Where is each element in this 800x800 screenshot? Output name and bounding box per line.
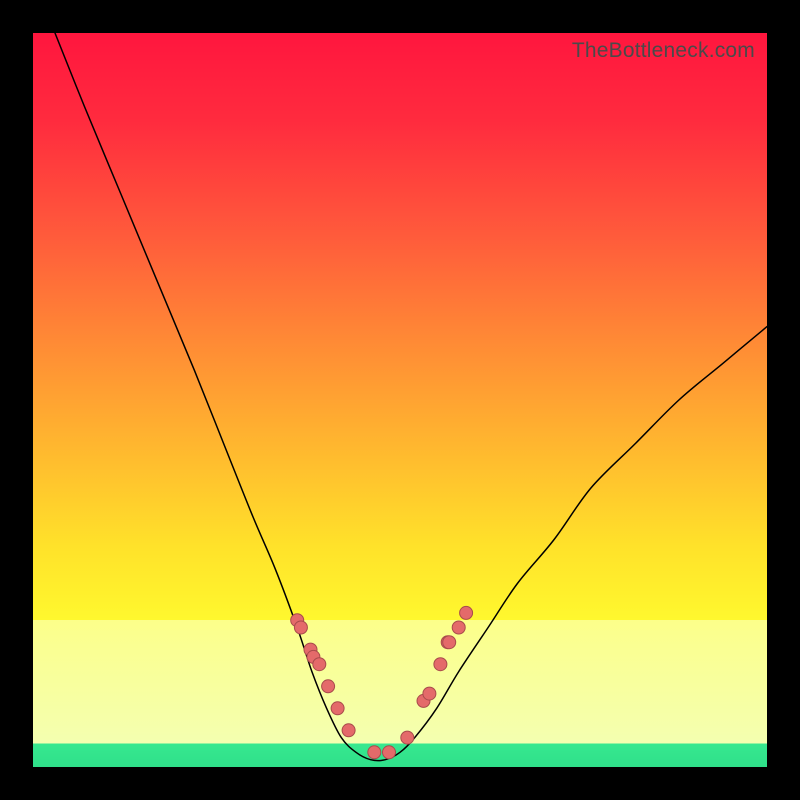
curve-path: [55, 33, 767, 761]
marker-dot: [313, 658, 326, 671]
marker-dot: [460, 606, 473, 619]
marker-dot: [342, 724, 355, 737]
chart-frame: TheBottleneck.com: [0, 0, 800, 800]
marker-group: [291, 606, 473, 758]
marker-dot: [331, 702, 344, 715]
marker-dot: [401, 731, 414, 744]
bottleneck-curve: [33, 33, 767, 767]
marker-dot: [452, 621, 465, 634]
marker-dot: [294, 621, 307, 634]
marker-dot: [434, 658, 447, 671]
marker-dot: [443, 636, 456, 649]
marker-dot: [383, 746, 396, 759]
plot-area: TheBottleneck.com: [33, 33, 767, 767]
marker-dot: [368, 746, 381, 759]
marker-dot: [423, 687, 436, 700]
marker-dot: [322, 680, 335, 693]
